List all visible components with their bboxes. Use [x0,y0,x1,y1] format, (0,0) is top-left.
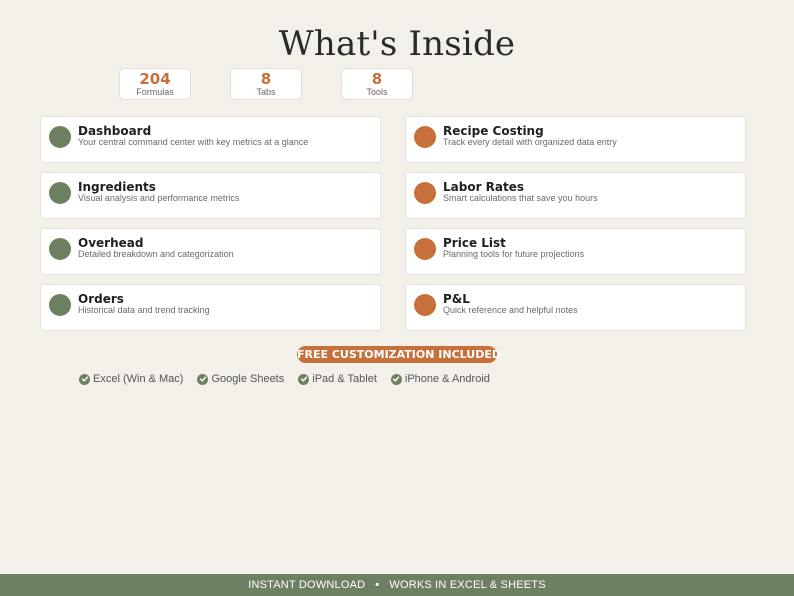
feature-title: Price List [443,236,506,250]
feature-description: Planning tools for future projections [443,249,585,259]
check-circle-icon [197,373,209,385]
feature-card-labor-rates: Labor Rates Smart calculations that save… [405,172,746,219]
check-circle-icon [298,373,310,385]
feature-title: P&L [443,292,470,306]
orange-dot-icon [414,126,436,148]
stat-label: Formulas [136,87,174,97]
stats-row: 204 Formulas 8 Tabs 8 Tools [119,68,413,100]
compat-label: Google Sheets [211,373,285,385]
feature-card-orders: Orders Historical data and trend trackin… [40,284,381,331]
compat-label: iPhone & Android [404,373,490,385]
feature-card-price-list: Price List Planning tools for future pro… [405,228,746,275]
feature-card-recipe-costing: Recipe Costing Track every detail with o… [405,116,746,163]
page-title: What's Inside [278,24,516,64]
stat-label: Tabs [256,87,276,97]
green-dot-icon [49,238,71,260]
compat-item-google-sheets: Google Sheets [197,373,284,385]
compat-label: iPad & Tablet [312,373,377,385]
stat-formulas: 204 Formulas [119,68,191,100]
feature-title: Ingredients [78,180,156,194]
stat-tools: 8 Tools [341,68,413,100]
feature-description: Your central command center with key met… [78,137,309,147]
features-grid: Dashboard Your central command center wi… [40,116,746,331]
compat-item-excel: Excel (Win & Mac) [79,373,183,385]
feature-title: Recipe Costing [443,124,544,138]
feature-title: Orders [78,292,124,306]
stat-value: 8 [371,70,383,88]
stat-value: 204 [139,70,171,88]
feature-description: Historical data and trend tracking [78,305,210,315]
orange-dot-icon [414,182,436,204]
feature-card-ingredients: Ingredients Visual analysis and performa… [40,172,381,219]
orange-dot-icon [414,238,436,260]
compat-label: Excel (Win & Mac) [93,373,184,385]
check-circle-icon [79,373,90,385]
footer-banner: INSTANT DOWNLOAD • WORKS IN EXCEL & SHEE… [0,574,794,596]
feature-description: Track every detail with organized data e… [443,137,617,147]
feature-title: Dashboard [78,124,152,138]
feature-description: Quick reference and helpful notes [443,305,578,315]
compatibility-list: Excel (Win & Mac) Google Sheets iPad & T… [79,373,490,385]
compat-item-iphone: iPhone & Android [390,373,490,385]
feature-description: Detailed breakdown and categorization [78,249,234,259]
green-dot-icon [49,182,71,204]
feature-title: Labor Rates [443,180,525,194]
orange-dot-icon [414,294,436,316]
green-dot-icon [49,126,71,148]
feature-card-dashboard: Dashboard Your central command center wi… [40,116,381,163]
check-circle-icon [390,373,402,385]
feature-card-pl: P&L Quick reference and helpful notes [405,284,746,331]
customization-badge: FREE CUSTOMIZATION INCLUDED [297,346,501,363]
feature-description: Smart calculations that save you hours [443,193,598,203]
green-dot-icon [49,294,71,316]
footer-works-in: WORKS IN EXCEL & SHEETS [389,579,546,591]
footer-separator: • [375,579,380,591]
compat-item-ipad: iPad & Tablet [298,373,377,385]
stat-tabs: 8 Tabs [230,68,302,100]
footer-instant-download: INSTANT DOWNLOAD [248,579,366,591]
feature-title: Overhead [78,236,144,250]
stat-label: Tools [366,87,388,97]
stat-value: 8 [260,70,272,88]
feature-description: Visual analysis and performance metrics [78,193,240,203]
feature-card-overhead: Overhead Detailed breakdown and categori… [40,228,381,275]
